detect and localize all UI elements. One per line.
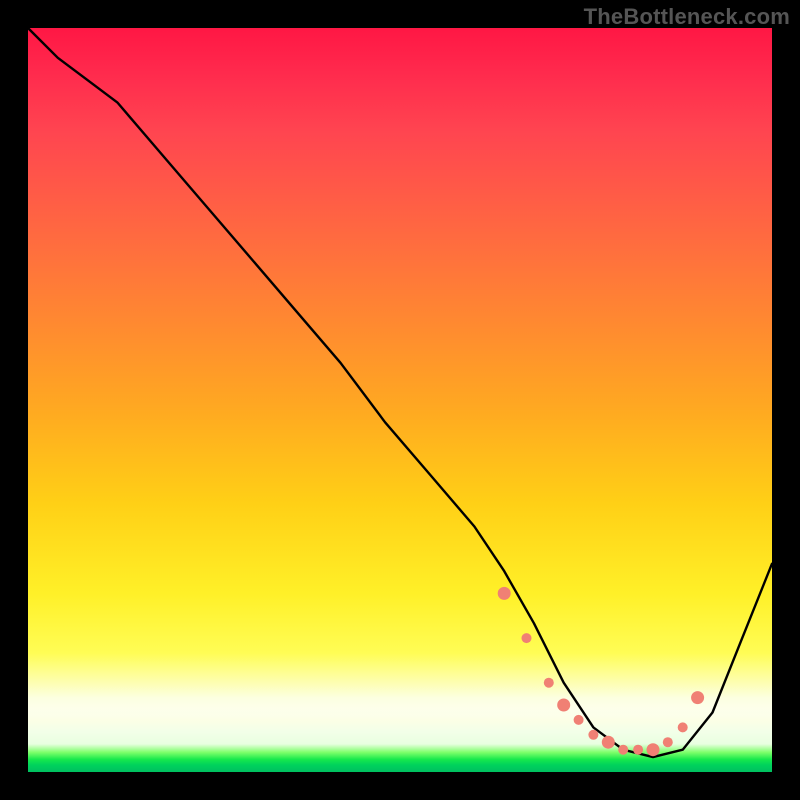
marker-dot: [544, 678, 554, 688]
marker-dot: [663, 737, 673, 747]
marker-dot: [647, 743, 660, 756]
marker-dot: [633, 745, 643, 755]
plot-area: [28, 28, 772, 772]
chart-frame: TheBottleneck.com: [0, 0, 800, 800]
bottleneck-curve-path: [28, 28, 772, 757]
marker-dot: [618, 745, 628, 755]
marker-dot: [522, 633, 532, 643]
curve-layer: [28, 28, 772, 772]
marker-dot: [588, 730, 598, 740]
marker-dot: [602, 736, 615, 749]
marker-dot: [678, 722, 688, 732]
marker-dot: [691, 691, 704, 704]
watermark-text: TheBottleneck.com: [584, 4, 790, 30]
marker-dot: [557, 699, 570, 712]
marker-dot: [574, 715, 584, 725]
marker-dot: [498, 587, 511, 600]
